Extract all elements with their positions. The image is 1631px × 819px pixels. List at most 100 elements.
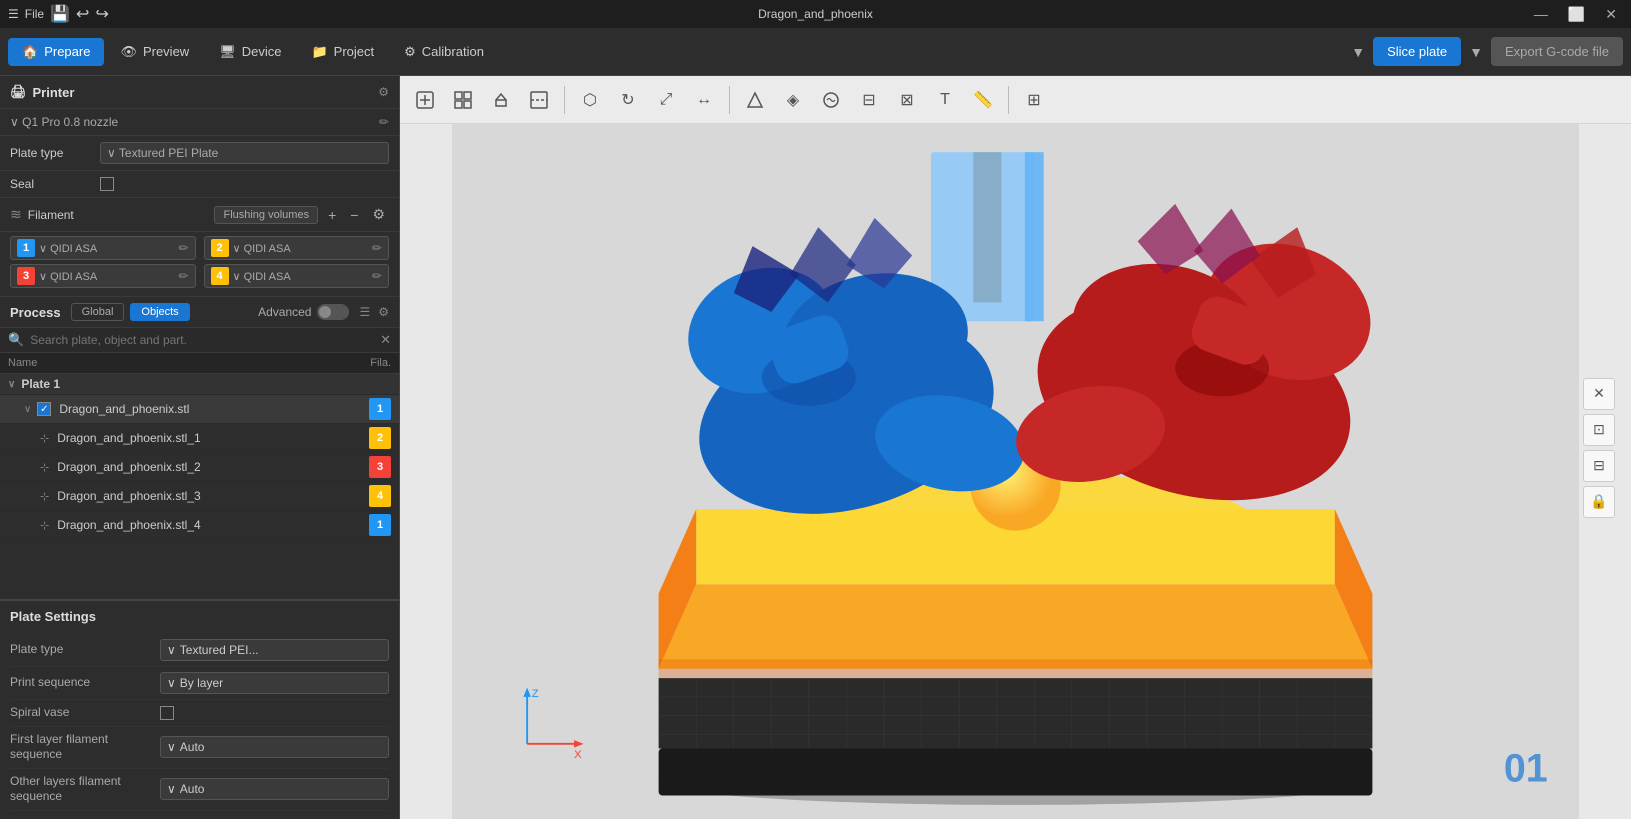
tree-row-part2[interactable]: ⊹ Dragon_and_phoenix.stl_2 3 (0, 453, 399, 482)
file-menu-icon[interactable]: ☰ (8, 7, 19, 21)
slice-view-button[interactable] (522, 83, 556, 117)
dropdown-arrow-slice[interactable]: ▼ (1351, 44, 1365, 60)
tree-expand-plate1[interactable]: ∨ (8, 379, 15, 390)
filament-1-edit-icon[interactable]: ✏ (178, 241, 188, 255)
tree-row-part1[interactable]: ⊹ Dragon_and_phoenix.stl_1 2 (0, 424, 399, 453)
setting-select-3[interactable]: ∨ Auto (160, 736, 389, 758)
mirror-button[interactable]: ↔ (687, 83, 721, 117)
window-title: Dragon_and_phoenix (758, 7, 873, 21)
filament-1-name: ∨ QIDI ASA (39, 242, 174, 255)
main-layout: 🖨 Printer ⚙ ∨ Q1 Pro 0.8 nozzle ✏ Plate … (0, 76, 1631, 819)
undo-icon[interactable]: ↩ (76, 4, 89, 24)
prepare-tab[interactable]: 🏠 Prepare (8, 38, 104, 66)
save-icon[interactable]: 💾 (50, 4, 70, 24)
search-input[interactable] (30, 333, 374, 347)
advanced-toggle[interactable] (317, 304, 349, 320)
tree-row-part4[interactable]: ⊹ Dragon_and_phoenix.stl_4 1 (0, 511, 399, 540)
filament-4-selector[interactable]: 4 ∨ QIDI ASA ✏ (204, 264, 390, 288)
dropdown-arrow-export[interactable]: ▼ (1469, 44, 1483, 60)
preview-tab[interactable]: 👁 Preview (106, 38, 203, 66)
filament-1-selector[interactable]: 1 ∨ QIDI ASA ✏ (10, 236, 196, 260)
setting-label-3: First layer filament sequence (10, 732, 160, 763)
viewport: ⬡ ↻ ⤢ ↔ ◈ ⊟ ⊠ T 📏 ⊞ (400, 76, 1631, 819)
setting-checkbox-2[interactable] (160, 706, 174, 720)
fuzzy-button[interactable] (814, 83, 848, 117)
viewport-fit-button[interactable]: ⊡ (1583, 414, 1615, 446)
filament-settings-icon[interactable]: ⚙ (368, 204, 389, 225)
add-filament-button[interactable]: + (324, 205, 340, 225)
calibration-tab[interactable]: ⚙ Calibration (390, 38, 498, 66)
setting-value-4: ∨ Auto (160, 778, 389, 800)
tree-expand-model1[interactable]: ∨ (24, 404, 31, 415)
filament-3-selector[interactable]: 3 ∨ QIDI ASA ✏ (10, 264, 196, 288)
setting-label-2: Spiral vase (10, 705, 160, 721)
redo-icon[interactable]: ↪ (95, 4, 108, 24)
auto-orient-button[interactable] (484, 83, 518, 117)
device-tab[interactable]: 🖥 Device (205, 38, 295, 66)
tree-part-icon-part2: ⊹ (40, 461, 49, 474)
export-gcode-button[interactable]: Export G-code file (1491, 37, 1623, 66)
tree-fila-part3: 4 (369, 485, 391, 507)
viewport-zoom-button[interactable]: ⊟ (1583, 450, 1615, 482)
flushing-volumes-button[interactable]: Flushing volumes (214, 206, 318, 224)
tree-name-model1: Dragon_and_phoenix.stl (59, 402, 365, 416)
tree-row-part3[interactable]: ⊹ Dragon_and_phoenix.stl_3 4 (0, 482, 399, 511)
tree-name-part3: Dragon_and_phoenix.stl_3 (57, 489, 365, 503)
global-tab[interactable]: Global (71, 303, 125, 321)
tree-checkbox-model1[interactable]: ✓ (37, 402, 51, 416)
tree-row-model1[interactable]: ∨ ✓ Dragon_and_phoenix.stl 1 (0, 395, 399, 424)
viewport-lock-button[interactable]: 🔒 (1583, 486, 1615, 518)
filament-4-badge: 4 (211, 267, 229, 285)
seal-checkbox[interactable] (100, 177, 114, 191)
maximize-button[interactable]: ⬜ (1562, 4, 1591, 25)
tree-fila-part2: 3 (369, 456, 391, 478)
setting-select-0[interactable]: ∨ Textured PEI... (160, 639, 389, 661)
seam-button[interactable]: ◈ (776, 83, 810, 117)
setting-label-1: Print sequence (10, 675, 160, 691)
arrange-button[interactable] (446, 83, 480, 117)
rotate-button[interactable]: ↻ (611, 83, 645, 117)
minimize-button[interactable]: — (1528, 4, 1554, 24)
calibration-icon: ⚙ (404, 44, 416, 60)
printer-edit-icon[interactable]: ✏ (379, 115, 389, 129)
tree-row-plate1[interactable]: ∨ Plate 1 (0, 374, 399, 395)
add-object-button[interactable] (408, 83, 442, 117)
device-label: Device (242, 44, 282, 59)
height-map-button[interactable]: ⊟ (852, 83, 886, 117)
slice-plate-button[interactable]: Slice plate (1373, 37, 1461, 66)
title-bar: ☰ File 💾 ↩ ↪ Dragon_and_phoenix — ⬜ ✕ (0, 0, 1631, 28)
nav-bar: 🏠 Prepare 👁 Preview 🖥 Device 📁 Project ⚙… (0, 28, 1631, 76)
emboss-button[interactable]: T (928, 83, 962, 117)
project-icon: 📁 (311, 44, 327, 60)
search-clear-icon[interactable]: ✕ (380, 332, 391, 348)
objects-tab[interactable]: Objects (130, 303, 189, 321)
setting-arrow-3: ∨ (167, 740, 176, 754)
viewport-close-button[interactable]: ✕ (1583, 378, 1615, 410)
filament-4-edit-icon[interactable]: ✏ (372, 269, 382, 283)
support-button[interactable] (738, 83, 772, 117)
tree-part-icon-part3: ⊹ (40, 490, 49, 503)
move-button[interactable]: ⬡ (573, 83, 607, 117)
printer-settings-icon[interactable]: ⚙ (378, 85, 389, 99)
toggle-knob (319, 306, 331, 318)
assembly-button[interactable]: ⊞ (1017, 83, 1051, 117)
project-tab[interactable]: 📁 Project (297, 38, 388, 66)
file-menu-label[interactable]: File (25, 7, 44, 21)
measure-button[interactable]: 📏 (966, 83, 1000, 117)
setting-select-4[interactable]: ∨ Auto (160, 778, 389, 800)
scale-button[interactable]: ⤢ (649, 83, 683, 117)
filament-3-edit-icon[interactable]: ✏ (178, 269, 188, 283)
setting-select-1[interactable]: ∨ By layer (160, 672, 389, 694)
filament-2-edit-icon[interactable]: ✏ (372, 241, 382, 255)
setting-row-3: First layer filament sequence ∨ Auto (10, 727, 389, 769)
remove-filament-button[interactable]: − (346, 205, 362, 225)
mesh-bool-button[interactable]: ⊠ (890, 83, 924, 117)
setting-row-0: Plate type ∨ Textured PEI... (10, 634, 389, 667)
setting-text-4: Auto (180, 782, 205, 796)
close-button[interactable]: ✕ (1599, 4, 1623, 25)
filament-2-selector[interactable]: 2 ∨ QIDI ASA ✏ (204, 236, 390, 260)
slice-label: Slice plate (1387, 44, 1447, 59)
process-settings-icon[interactable]: ⚙ (378, 305, 389, 319)
process-list-icon[interactable]: ☰ (359, 305, 370, 319)
plate-type-select[interactable]: ∨ Textured PEI Plate (100, 142, 389, 164)
